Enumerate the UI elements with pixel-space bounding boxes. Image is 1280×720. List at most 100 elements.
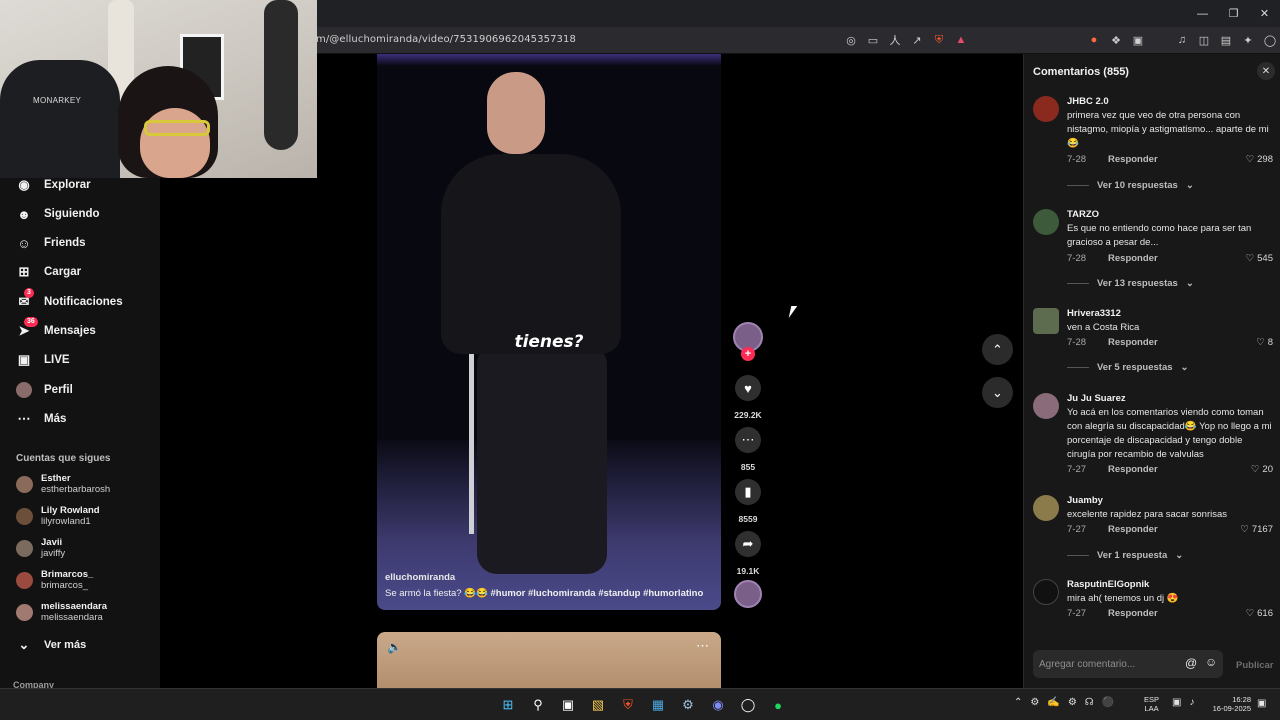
extension-flame-icon[interactable]: ● (1086, 32, 1102, 48)
share-button[interactable]: ➦ (735, 531, 761, 557)
comment-like-button[interactable]: ♡ 545 (1246, 253, 1273, 264)
save-button[interactable]: ▮ (735, 479, 761, 505)
comment-like-button[interactable]: ♡ 8 (1256, 337, 1273, 348)
status-icons[interactable]: ▣ ♪ (1172, 697, 1194, 708)
notification-icon[interactable]: ▣ (1257, 698, 1266, 709)
commenter-avatar[interactable] (1033, 495, 1059, 521)
spotify-icon[interactable]: ● (767, 694, 789, 716)
tray-app-icon[interactable]: ✍ (1047, 697, 1059, 708)
hashtag[interactable]: #luchomiranda (528, 588, 596, 599)
microphone-icon[interactable]: ⚫ (1102, 697, 1114, 708)
show-hidden-icons[interactable]: ⌃ (1014, 697, 1022, 708)
file-explorer-icon[interactable]: ▧ (587, 694, 609, 716)
reply-button[interactable]: Responder (1108, 154, 1158, 165)
url-text[interactable]: m/@elluchomiranda/video/7531906962045357… (316, 34, 576, 45)
leo-ai-icon[interactable]: ✦ (1240, 32, 1256, 48)
nav-mas[interactable]: ⋯ Más (16, 411, 67, 427)
reply-button[interactable]: Responder (1108, 608, 1158, 619)
view-replies-button[interactable]: Ver 5 respuestas ⌄ (1067, 362, 1189, 373)
extensions-icon[interactable]: ❖ (1108, 32, 1124, 48)
tray-app-icon[interactable]: ⚙ (1030, 697, 1039, 708)
discord-icon[interactable]: ◉ (707, 694, 729, 716)
wallet-icon[interactable]: ▤ (1218, 32, 1234, 48)
view-replies-button[interactable]: Ver 13 respuestas ⌄ (1067, 278, 1194, 289)
sound-disc-avatar[interactable] (734, 580, 762, 608)
previous-video-button[interactable]: ⌃ (982, 334, 1013, 365)
nav-cargar[interactable]: ⊞ Cargar (16, 264, 82, 280)
view-replies-button[interactable]: Ver 10 respuestas ⌄ (1067, 180, 1194, 191)
followed-account[interactable]: Brimarcos_ brimarcos_ (16, 569, 93, 591)
commenter-name[interactable]: RasputinElGopnik (1067, 579, 1149, 590)
see-more-button[interactable]: ⌄ Ver más (16, 637, 87, 653)
comment-button[interactable]: ⋯ (735, 427, 761, 453)
vpn-icon[interactable]: ◯ (1262, 32, 1278, 48)
share-icon[interactable]: ↗ (909, 32, 925, 48)
sidebar-icon[interactable]: ◫ (1196, 32, 1212, 48)
search-icon[interactable]: ⚲ (527, 694, 549, 716)
brave-browser-icon[interactable]: ⛨ (617, 694, 639, 716)
commenter-name[interactable]: Juamby (1067, 495, 1103, 506)
commenter-avatar[interactable] (1033, 209, 1059, 235)
cast-icon[interactable]: ▭ (865, 32, 881, 48)
comment-like-button[interactable]: ♡ 616 (1246, 608, 1273, 619)
emoji-icon[interactable]: ☺ (1205, 655, 1217, 669)
comment-like-button[interactable]: ♡ 20 (1251, 464, 1273, 475)
commenter-avatar[interactable] (1033, 308, 1059, 334)
hashtag[interactable]: #standup (598, 588, 640, 599)
tray-steam-icon[interactable]: ⚙ (1068, 697, 1077, 708)
next-video-button[interactable]: ⌄ (982, 377, 1013, 408)
screenshot-icon[interactable]: ▣ (1130, 32, 1146, 48)
close-comments-button[interactable]: ✕ (1257, 62, 1275, 80)
photos-icon[interactable]: ▦ (647, 694, 669, 716)
followed-account[interactable]: Lily Rowland lilyrowland1 (16, 505, 100, 527)
nav-explorar[interactable]: ◉ Explorar (16, 177, 90, 193)
comment-input[interactable] (1039, 656, 1179, 672)
commenter-name[interactable]: JHBC 2.0 (1067, 96, 1109, 107)
close-icon[interactable]: ✕ (1249, 0, 1280, 27)
windows-start-icon[interactable]: ⊞ (497, 694, 519, 716)
nav-live[interactable]: ▣ LIVE (16, 352, 70, 368)
more-options-icon[interactable]: ⋯ (696, 638, 709, 654)
restore-icon[interactable]: ❐ (1218, 0, 1249, 27)
commenter-name[interactable]: TARZO (1067, 209, 1099, 220)
commenter-name[interactable]: Hrivera3312 (1067, 308, 1121, 319)
video-player[interactable]: tienes? elluchomiranda Se armó la fiesta… (377, 54, 721, 610)
clock[interactable]: 16:28 16-09-2025 (1207, 695, 1251, 713)
video-author[interactable]: elluchomiranda (385, 572, 455, 583)
brave-rewards-icon[interactable]: ▲ (953, 32, 969, 48)
follow-plus-icon[interactable]: + (741, 347, 755, 361)
followed-account[interactable]: Javii javiffy (16, 537, 65, 559)
input-language[interactable]: ESP LAA (1144, 695, 1159, 713)
reply-button[interactable]: Responder (1108, 524, 1158, 535)
brave-shield-icon[interactable]: ⛨ (931, 32, 947, 48)
reply-button[interactable]: Responder (1108, 253, 1158, 264)
comment-like-button[interactable]: ♡ 298 (1246, 154, 1273, 165)
volume-icon[interactable]: 🔈 (387, 640, 402, 654)
obs-icon[interactable]: ◯ (737, 694, 759, 716)
commenter-name[interactable]: Ju Ju Suarez (1067, 393, 1126, 404)
minimize-icon[interactable]: — (1187, 0, 1218, 27)
commenter-avatar[interactable] (1033, 96, 1059, 122)
reply-button[interactable]: Responder (1108, 337, 1158, 348)
headset-icon[interactable]: ☊ (1085, 697, 1094, 708)
reply-button[interactable]: Responder (1108, 464, 1158, 475)
followed-account[interactable]: Esther estherbarbarosh (16, 473, 110, 495)
nav-perfil[interactable]: Perfil (16, 382, 73, 398)
hashtag[interactable]: #humor (491, 588, 526, 599)
nav-mensajes[interactable]: ➤ 36 Mensajes (16, 317, 96, 339)
next-video-preview[interactable]: 🔈 ⋯ (377, 632, 721, 688)
comment-like-button[interactable]: ♡ 7167 (1240, 524, 1273, 535)
nav-notificaciones[interactable]: ✉ 3 Notificaciones (16, 288, 123, 310)
translate-icon[interactable]: 人 (887, 32, 903, 48)
media-icon[interactable]: ♫ (1174, 32, 1190, 48)
reader-off-icon[interactable]: ◎ (843, 32, 859, 48)
publish-button[interactable]: Publicar (1236, 660, 1274, 671)
like-button[interactable]: ♥ (735, 375, 761, 401)
steam-icon[interactable]: ⚙ (677, 694, 699, 716)
commenter-avatar[interactable] (1033, 393, 1059, 419)
nav-friends[interactable]: ☺ Friends (16, 235, 85, 251)
hashtag[interactable]: #humorlatino (643, 588, 703, 599)
nav-siguiendo[interactable]: ☻ Siguiendo (16, 206, 99, 222)
view-replies-button[interactable]: Ver 1 respuesta ⌄ (1067, 550, 1183, 561)
task-view-icon[interactable]: ▣ (557, 694, 579, 716)
